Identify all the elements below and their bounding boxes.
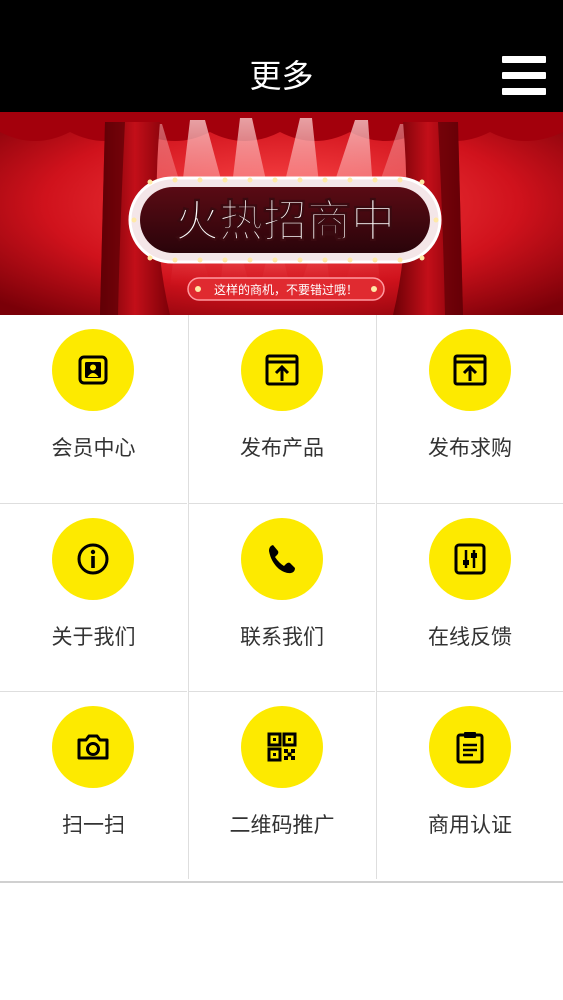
grid-item-online-feedback[interactable]: 在线反馈 — [376, 503, 563, 691]
grid-item-label: 会员中心 — [51, 436, 136, 460]
banner-tagline: 这样的商机，不要错过哦！ — [214, 282, 358, 297]
upload-window-icon — [453, 354, 487, 386]
icon-circle — [429, 518, 511, 600]
grid-item-label: 发布求购 — [428, 436, 512, 460]
icon-circle — [241, 518, 323, 600]
upload-window-icon — [265, 354, 299, 386]
page-title: 更多 — [249, 57, 314, 95]
menu-bar-line — [502, 56, 546, 63]
grid-item-label: 关于我们 — [51, 625, 136, 649]
menu-bar-line — [502, 72, 546, 79]
feature-grid: 会员中心 发布产品 发布求购 关于我们 联系我们 在线反馈 扫一扫 二维码推广 … — [0, 315, 563, 883]
icon-circle — [241, 329, 323, 411]
icon-circle — [241, 706, 323, 788]
member-card-icon — [78, 355, 108, 385]
promo-banner[interactable]: 火热招商中 这样的商机，不要错过哦！ — [0, 112, 563, 315]
banner-headline: 火热招商中 — [175, 196, 395, 247]
grid-item-label: 扫一扫 — [62, 813, 125, 837]
grid-item-business-certification[interactable]: 商用认证 — [376, 691, 563, 879]
sliders-icon — [454, 543, 486, 575]
camera-icon — [77, 734, 109, 760]
menu-bar-line — [502, 88, 546, 95]
top-bar: 更多 — [0, 0, 563, 112]
banner-artwork: 火热招商中 这样的商机，不要错过哦！ — [0, 112, 563, 315]
hamburger-menu-icon[interactable] — [502, 56, 548, 96]
phone-icon — [269, 545, 295, 574]
icon-circle — [429, 329, 511, 411]
icon-circle — [52, 706, 134, 788]
icon-circle — [429, 706, 511, 788]
clipboard-icon — [456, 732, 484, 764]
grid-item-label: 商用认证 — [428, 813, 512, 837]
grid-item-qr-promotion[interactable]: 二维码推广 — [188, 691, 375, 879]
icon-circle — [52, 518, 134, 600]
grid-item-contact-us[interactable]: 联系我们 — [188, 503, 375, 691]
grid-item-publish-product[interactable]: 发布产品 — [188, 315, 375, 503]
grid-item-scan[interactable]: 扫一扫 — [0, 691, 187, 879]
grid-item-label: 在线反馈 — [428, 625, 512, 649]
grid-item-publish-purchase[interactable]: 发布求购 — [376, 315, 563, 503]
grid-item-label: 二维码推广 — [229, 813, 335, 837]
info-icon — [77, 543, 109, 575]
icon-circle — [52, 329, 134, 411]
grid-item-member-center[interactable]: 会员中心 — [0, 315, 187, 503]
grid-item-label: 发布产品 — [240, 436, 324, 460]
grid-item-label: 联系我们 — [240, 625, 324, 649]
grid-item-about-us[interactable]: 关于我们 — [0, 503, 187, 691]
qr-code-icon — [267, 732, 297, 762]
